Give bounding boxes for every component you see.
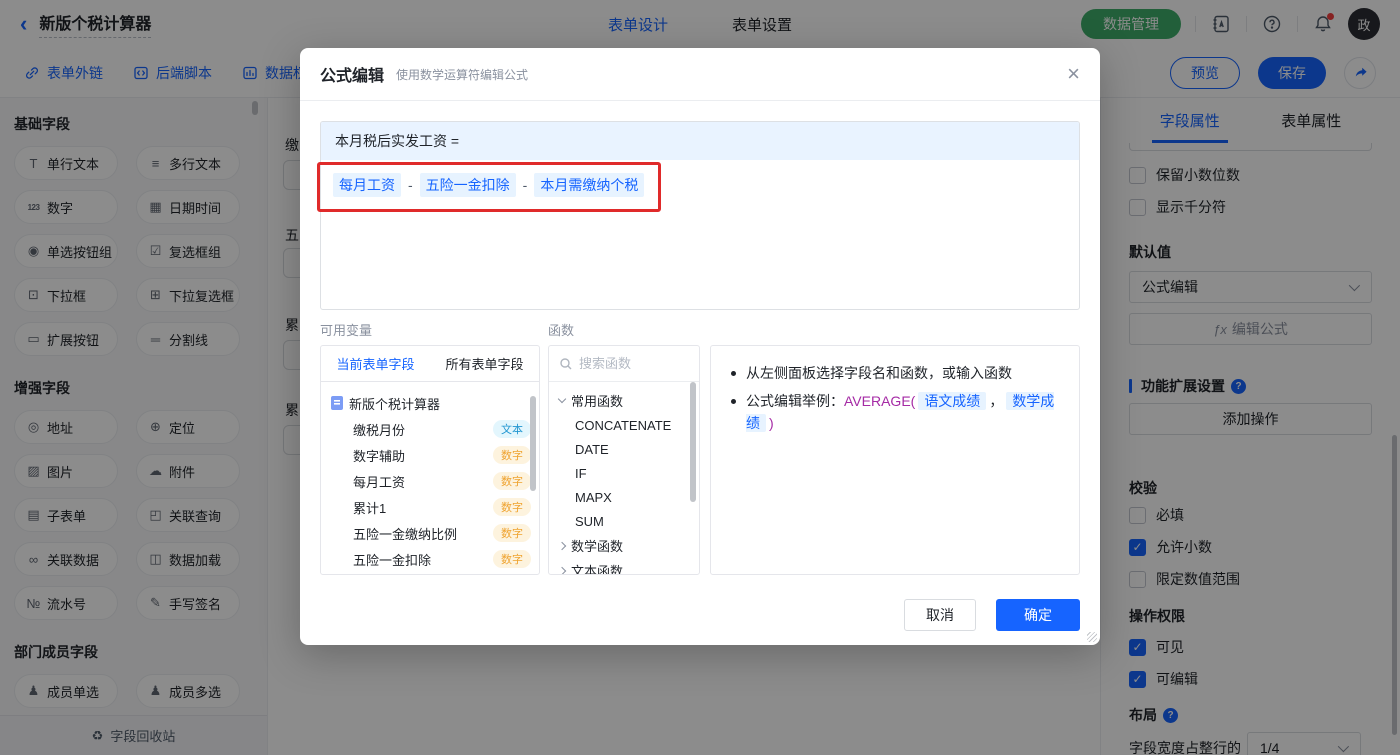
formula-token[interactable]: 五险一金扣除 <box>419 173 516 197</box>
variable-name: 累计1 <box>353 500 387 516</box>
app-window: ‹ 新版个税计算器 表单设计 表单设置 数据管理 政 表单外链 后端脚本 数据权… <box>0 0 1400 755</box>
bullet-dot <box>731 371 736 376</box>
form-root-node[interactable]: 新版个税计算器 <box>331 390 531 416</box>
variable-row[interactable]: 每月工资 数字 <box>331 468 531 494</box>
help-line: 从左侧面板选择字段名和函数，或输入函数 <box>727 362 1063 384</box>
variable-row[interactable]: 累计1 数字 <box>331 494 531 520</box>
function-list: 常用函数 CONCATENATE DATE IF MAPX SUM 数学函数 文… <box>549 382 699 575</box>
resize-handle[interactable] <box>1087 632 1097 642</box>
tab-all-form-fields[interactable]: 所有表单字段 <box>430 346 539 381</box>
minus-operator: - <box>522 177 528 193</box>
help-text: 从左侧面板选择字段名和函数，或输入函数 <box>746 365 1012 381</box>
variable-name: 数字辅助 <box>353 448 406 464</box>
bullet-dot <box>731 399 736 404</box>
group-label: 常用函数 <box>571 394 624 409</box>
type-badge: 数字 <box>493 524 531 542</box>
dialog-header: 公式编辑 使用数学运算符编辑公式 × <box>300 48 1100 101</box>
example-comma: ， <box>989 393 1004 409</box>
function-group-math[interactable]: 数学函数 <box>557 533 699 558</box>
variable-name: 五险一金扣除 <box>353 552 432 568</box>
help-panel: 从左侧面板选择字段名和函数，或输入函数 公式编辑举例：AVERAGE(语文成绩，… <box>710 345 1080 575</box>
form-file-icon <box>331 396 343 410</box>
variables-section-label: 可用变量 <box>320 323 373 338</box>
variable-row[interactable]: 五险一金缴纳比例 数字 <box>331 520 531 546</box>
help-example: 公式编辑举例：AVERAGE(语文成绩，数学成绩) <box>746 390 1063 434</box>
function-search <box>549 346 699 382</box>
variable-name: 每月工资 <box>353 474 406 490</box>
dialog-footer: 取消 确定 <box>904 599 1080 631</box>
search-icon <box>560 357 572 369</box>
formula-token[interactable]: 本月需缴纳个税 <box>534 173 645 197</box>
formula-editor: 本月税后实发工资 = 每月工资 - 五险一金扣除 - 本月需缴纳个税 <box>320 121 1080 310</box>
dialog-subtitle: 使用数学运算符编辑公式 <box>396 67 529 82</box>
function-item[interactable]: IF <box>559 461 699 485</box>
example-field-chip: 语文成绩 <box>918 392 987 410</box>
variable-row[interactable]: 五险一金扣除 数字 <box>331 546 531 572</box>
chevron-right-icon <box>557 566 567 574</box>
variable-row[interactable]: 数字辅助 数字 <box>331 442 531 468</box>
group-label: 文本函数 <box>571 564 624 575</box>
functions-panel: 常用函数 CONCATENATE DATE IF MAPX SUM 数学函数 文… <box>548 345 700 575</box>
example-function: AVERAGE( <box>844 393 916 409</box>
formula-target: 本月税后实发工资 = <box>321 122 1079 160</box>
example-close-paren: ) <box>769 415 774 431</box>
formula-edit-dialog: 公式编辑 使用数学运算符编辑公式 × 本月税后实发工资 = 每月工资 - 五险一金扣… <box>300 48 1100 645</box>
cancel-button[interactable]: 取消 <box>904 599 976 631</box>
type-badge: 文本 <box>493 420 531 438</box>
chevron-right-icon <box>557 541 567 550</box>
variable-name: 缴税月份 <box>353 422 406 438</box>
group-label: 数学函数 <box>571 539 624 554</box>
variable-name: 五险一金缴纳比例 <box>353 526 458 542</box>
variable-row[interactable]: 缴税月份 文本 <box>331 416 531 442</box>
function-item[interactable]: DATE <box>559 437 699 461</box>
functions-section-label: 函数 <box>548 323 575 338</box>
type-badge: 数字 <box>493 550 531 568</box>
minus-operator: - <box>408 177 413 193</box>
function-item[interactable]: SUM <box>559 509 699 533</box>
function-search-input[interactable] <box>579 356 679 371</box>
formula-input-area[interactable]: 每月工资 - 五险一金扣除 - 本月需缴纳个税 <box>321 160 1079 210</box>
example-prefix: 公式编辑举例： <box>746 393 844 409</box>
type-badge: 数字 <box>493 446 531 464</box>
help-line-example: 公式编辑举例：AVERAGE(语文成绩，数学成绩) <box>727 390 1063 434</box>
function-group-common[interactable]: 常用函数 <box>557 388 699 413</box>
chevron-down-icon <box>557 394 567 404</box>
function-group-text[interactable]: 文本函数 <box>557 558 699 575</box>
form-root-label: 新版个税计算器 <box>349 396 441 412</box>
dialog-title: 公式编辑 <box>320 68 385 85</box>
variables-panel: 当前表单字段 所有表单字段 新版个税计算器 缴税月份 文本 数字辅助 数字 每月工资… <box>320 345 540 575</box>
confirm-button[interactable]: 确定 <box>996 599 1080 631</box>
tab-current-form-fields[interactable]: 当前表单字段 <box>321 346 430 381</box>
type-badge: 数字 <box>493 498 531 516</box>
variables-scrollbar[interactable] <box>530 396 536 491</box>
close-icon[interactable]: × <box>1067 63 1080 85</box>
type-badge: 数字 <box>493 472 531 490</box>
formula-token[interactable]: 每月工资 <box>333 173 401 197</box>
function-item[interactable]: MAPX <box>559 485 699 509</box>
functions-scrollbar[interactable] <box>690 382 696 502</box>
variables-tabs: 当前表单字段 所有表单字段 <box>321 346 539 382</box>
function-item[interactable]: CONCATENATE <box>559 413 699 437</box>
variables-tree: 新版个税计算器 缴税月份 文本 数字辅助 数字 每月工资 数字 累计1 数字 五险一金缴… <box>321 382 539 572</box>
